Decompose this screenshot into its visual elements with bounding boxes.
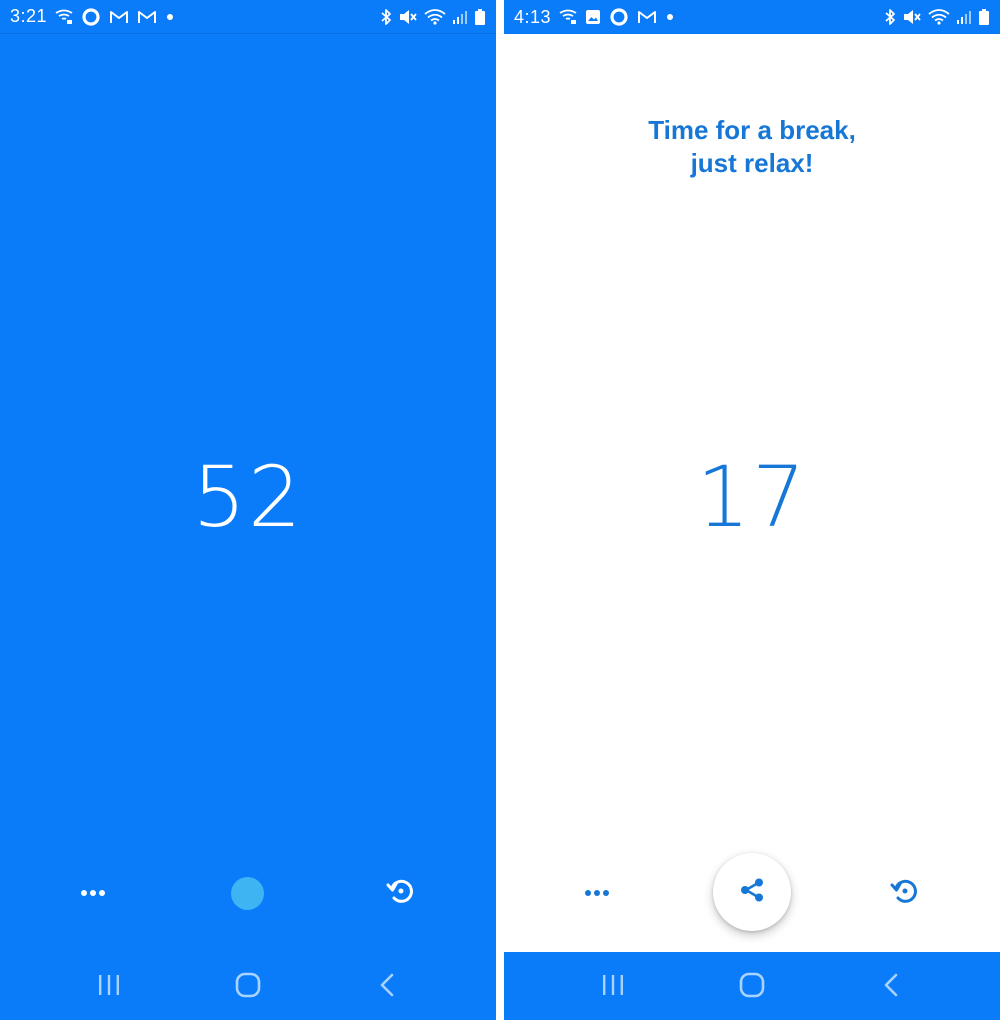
hotspot-icon (55, 9, 73, 25)
home-icon (234, 971, 262, 1004)
screen-divider (496, 0, 504, 1020)
status-bar: 3:21 (0, 0, 496, 34)
navigation-bar (0, 952, 496, 1020)
reset-timer-icon (385, 876, 415, 911)
recents-icon (600, 973, 626, 1002)
back-button[interactable] (866, 964, 916, 1010)
more-options-button[interactable] (68, 874, 118, 912)
back-icon (881, 972, 901, 1003)
battery-icon (978, 8, 990, 26)
navigation-bar (504, 952, 1000, 1020)
notification-dot-icon (165, 12, 175, 22)
right-phone-screen: 4:13 Time for a break, just relax! 17 (504, 0, 1000, 1020)
left-phone-screen: 3:21 52 (0, 0, 496, 1020)
signal-icon (956, 9, 972, 25)
gmail-icon (137, 10, 157, 24)
status-dot[interactable] (231, 877, 264, 910)
status-time: 3:21 (10, 6, 48, 26)
mute-icon (398, 8, 418, 26)
screenshot-stage: 3:21 52 4:13 Time for a break, just rela… (0, 0, 1000, 1020)
gmail-icon (109, 10, 129, 24)
reset-timer-button[interactable] (881, 870, 927, 916)
status-right (380, 8, 486, 26)
status-time: 4:13 (514, 6, 552, 27)
notification-dot-icon (665, 12, 675, 22)
status-right (884, 8, 990, 26)
timer-value: 52 (192, 448, 304, 546)
status-bar: 4:13 (504, 0, 1000, 34)
hotspot-icon (559, 9, 577, 25)
home-icon (738, 971, 766, 1004)
more-horiz-icon (80, 884, 106, 902)
back-button[interactable] (362, 964, 412, 1010)
reset-timer-icon (889, 876, 919, 911)
share-icon (737, 875, 767, 910)
signal-icon (452, 9, 468, 25)
wifi-icon (424, 8, 446, 25)
timer-screen: 52 (0, 34, 496, 952)
bluetooth-icon (884, 8, 896, 26)
break-message-line2: just relax! (690, 148, 814, 178)
bluetooth-icon (380, 8, 392, 26)
more-options-button[interactable] (572, 874, 622, 912)
break-screen: Time for a break, just relax! 17 (504, 34, 1000, 952)
share-button[interactable] (713, 853, 791, 931)
recents-button[interactable] (84, 964, 134, 1010)
back-icon (377, 972, 397, 1003)
mute-icon (902, 8, 922, 26)
break-message-line1: Time for a break, (648, 115, 856, 145)
status-left: 3:21 (10, 6, 175, 27)
battery-icon (474, 8, 486, 26)
reset-timer-button[interactable] (377, 870, 423, 916)
gmail-icon (637, 10, 657, 24)
recents-icon (96, 973, 122, 1002)
sync-ring-icon (81, 7, 101, 27)
home-button[interactable] (727, 964, 777, 1010)
break-message: Time for a break, just relax! (504, 114, 1000, 180)
more-horiz-icon (584, 884, 610, 902)
image-icon (585, 9, 601, 25)
recents-button[interactable] (588, 964, 638, 1010)
home-button[interactable] (223, 964, 273, 1010)
sync-ring-icon (609, 7, 629, 27)
wifi-icon (928, 9, 950, 25)
timer-value: 17 (696, 448, 808, 546)
status-left: 4:13 (514, 7, 675, 28)
